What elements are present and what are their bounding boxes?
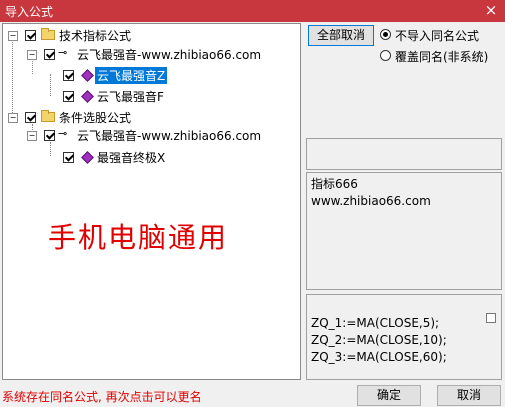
option-checkbox[interactable] (486, 313, 496, 323)
radio-label: 覆盖同名(非系统) (395, 50, 489, 64)
group-label: 技术指标公式 (59, 29, 132, 43)
title-bar: 导入公式 × (0, 0, 505, 22)
checkbox-checked[interactable] (63, 152, 74, 163)
code-panel[interactable]: ZQ_1:=MA(CLOSE,5); ZQ_2:=MA(CLOSE,10); Z… (306, 294, 502, 380)
close-icon[interactable]: × (483, 1, 499, 19)
tree-node-group[interactable]: − 技术指标公式 (3, 26, 298, 44)
author-label: 云飞最强音-www.zhibiao66.com (77, 129, 262, 143)
checkbox-checked[interactable] (63, 70, 74, 81)
key-icon: ⊸ (58, 127, 68, 140)
overlay-caption: 手机电脑通用 (48, 221, 229, 254)
empty-panel (306, 138, 502, 170)
tree-node-formula[interactable]: 云飞最强音Z (3, 65, 298, 84)
collapse-icon[interactable]: − (27, 131, 37, 141)
checkbox-checked[interactable] (44, 130, 55, 141)
formula-icon (81, 69, 94, 82)
radio-overwrite[interactable] (380, 50, 391, 61)
checkbox-checked[interactable] (63, 91, 74, 102)
key-icon: ⊸ (58, 46, 68, 59)
formula-tree[interactable]: − 技术指标公式 − ⊸ 云飞最强音-www.zhibiao66.com 云飞最… (2, 23, 301, 380)
collapse-icon[interactable]: − (8, 113, 18, 123)
formula-label: 云飞最强音F (97, 90, 164, 104)
radio-label: 不导入同名公式 (395, 29, 480, 43)
window-title: 导入公式 (5, 5, 54, 19)
tree-node-author[interactable]: − ⊸ 云飞最强音-www.zhibiao66.com (3, 44, 298, 62)
ok-button[interactable]: 确定 (357, 385, 421, 406)
info-line: 指标666 (311, 177, 358, 191)
info-panel: 指标666 www.zhibiao66.com (306, 172, 502, 290)
formula-icon (81, 90, 94, 103)
collapse-icon[interactable]: − (8, 31, 18, 41)
collapse-icon[interactable]: − (27, 50, 37, 60)
status-message: 系统存在同名公式, 再次点击可以更名 (2, 390, 202, 404)
code-line: ZQ_2:=MA(CLOSE,10); (311, 333, 447, 347)
group-label: 条件选股公式 (59, 111, 132, 125)
author-label: 云飞最强音-www.zhibiao66.com (77, 48, 262, 62)
tree-node-formula[interactable]: 云飞最强音F (3, 86, 298, 104)
formula-label-selected: 云飞最强音Z (95, 67, 168, 84)
formula-label: 最强音终极X (97, 151, 166, 165)
formula-icon (81, 151, 94, 164)
radio-skip-duplicates[interactable] (380, 29, 391, 40)
checkbox-checked[interactable] (25, 112, 36, 123)
folder-icon (41, 110, 55, 122)
checkbox-checked[interactable] (25, 30, 36, 41)
code-line: ZQ_1:=MA(CLOSE,5); (311, 316, 440, 330)
tree-node-group[interactable]: − 条件选股公式 (3, 108, 298, 126)
checkbox-checked[interactable] (44, 49, 55, 60)
folder-icon (41, 28, 55, 40)
info-line: www.zhibiao66.com (311, 194, 431, 208)
cancel-button[interactable]: 取消 (437, 385, 501, 406)
code-line: ZQ_3:=MA(CLOSE,60); (311, 350, 447, 364)
tree-node-author[interactable]: − ⊸ 云飞最强音-www.zhibiao66.com (3, 125, 298, 143)
deselect-all-button[interactable]: 全部取消 (308, 25, 374, 46)
tree-node-formula[interactable]: 最强音终极X (3, 147, 298, 165)
